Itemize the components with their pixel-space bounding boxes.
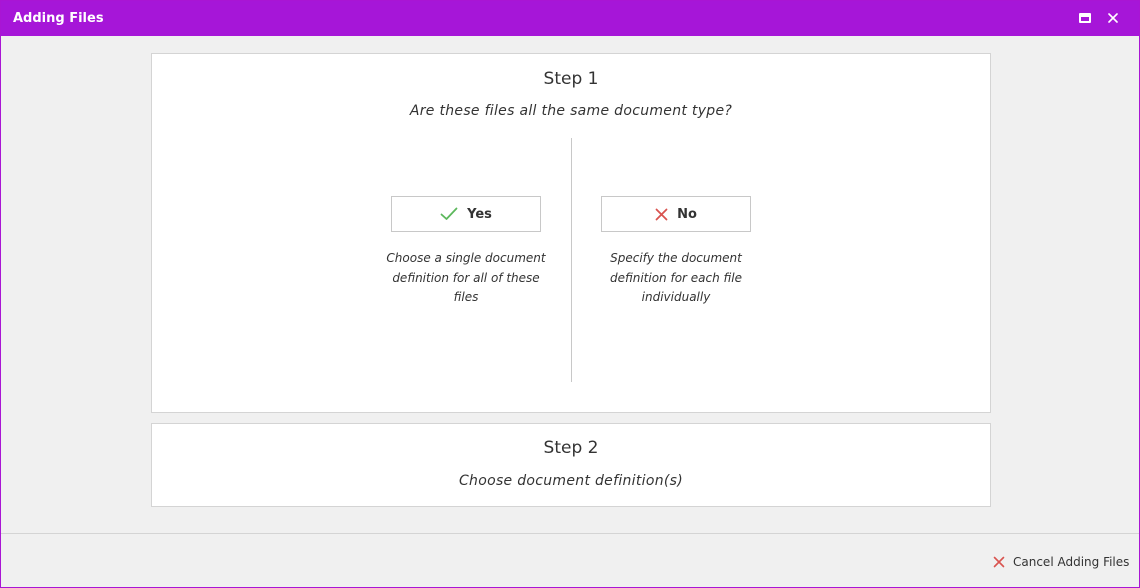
step1-question: Are these files all the same document ty… — [409, 103, 733, 119]
step1-panel: Step 1 Are these files all the same docu… — [151, 53, 991, 413]
close-icon — [1108, 13, 1118, 23]
no-description: Specify the document definition for each… — [609, 251, 743, 304]
maximize-button[interactable] — [1077, 10, 1093, 26]
no-button-label: No — [677, 206, 697, 222]
step1-title: Step 1 — [543, 69, 599, 89]
check-icon — [440, 207, 458, 221]
maximize-icon — [1079, 13, 1091, 23]
footer-divider — [1, 533, 1139, 534]
yes-button-label: Yes — [467, 206, 492, 222]
close-button[interactable] — [1105, 10, 1121, 26]
step2-title: Step 2 — [543, 438, 599, 458]
choice-divider — [571, 138, 572, 382]
step2-panel: Step 2 Choose document definition(s) — [151, 423, 991, 507]
adding-files-dialog: Adding Files Step 1 Are these files all … — [0, 0, 1140, 588]
cancel-adding-files-button[interactable]: Cancel Adding Files — [993, 553, 1129, 571]
yes-description: Choose a single document definition for … — [386, 251, 546, 304]
no-button[interactable]: No — [601, 196, 751, 232]
window-title: Adding Files — [13, 11, 104, 26]
x-icon — [655, 208, 668, 221]
step2-subtitle: Choose document definition(s) — [458, 473, 684, 489]
cancel-label: Cancel Adding Files — [1013, 555, 1130, 569]
yes-button[interactable]: Yes — [391, 196, 541, 232]
x-icon — [993, 556, 1005, 568]
title-bar: Adding Files — [1, 1, 1139, 36]
